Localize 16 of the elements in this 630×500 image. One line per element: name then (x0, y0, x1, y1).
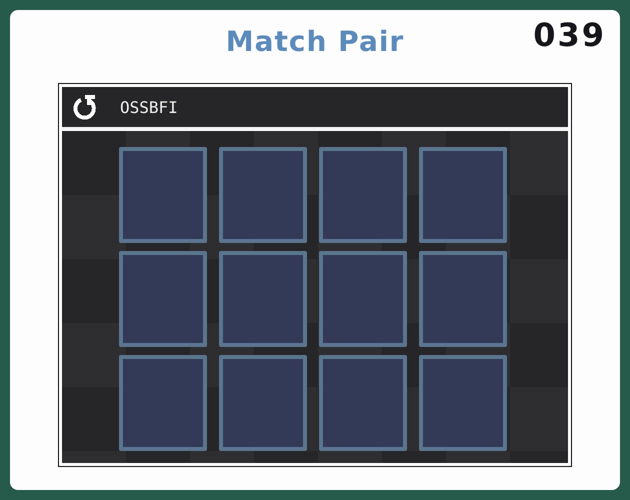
face-down-card[interactable] (219, 147, 307, 243)
face-down-card[interactable] (119, 355, 207, 451)
restart-icon (71, 93, 99, 121)
game-title: Match Pair (226, 30, 404, 54)
face-down-card[interactable] (419, 251, 507, 347)
score: 039 (533, 16, 606, 54)
face-down-card[interactable] (119, 147, 207, 243)
face-down-card[interactable] (219, 355, 307, 451)
face-down-card[interactable] (419, 147, 507, 243)
face-down-card[interactable] (319, 251, 407, 347)
face-down-card[interactable] (219, 251, 307, 347)
face-down-card[interactable] (319, 147, 407, 243)
face-down-card[interactable] (119, 251, 207, 347)
face-down-card[interactable] (419, 355, 507, 451)
face-down-card[interactable] (319, 355, 407, 451)
game-code: OSSBFI (120, 98, 178, 116)
